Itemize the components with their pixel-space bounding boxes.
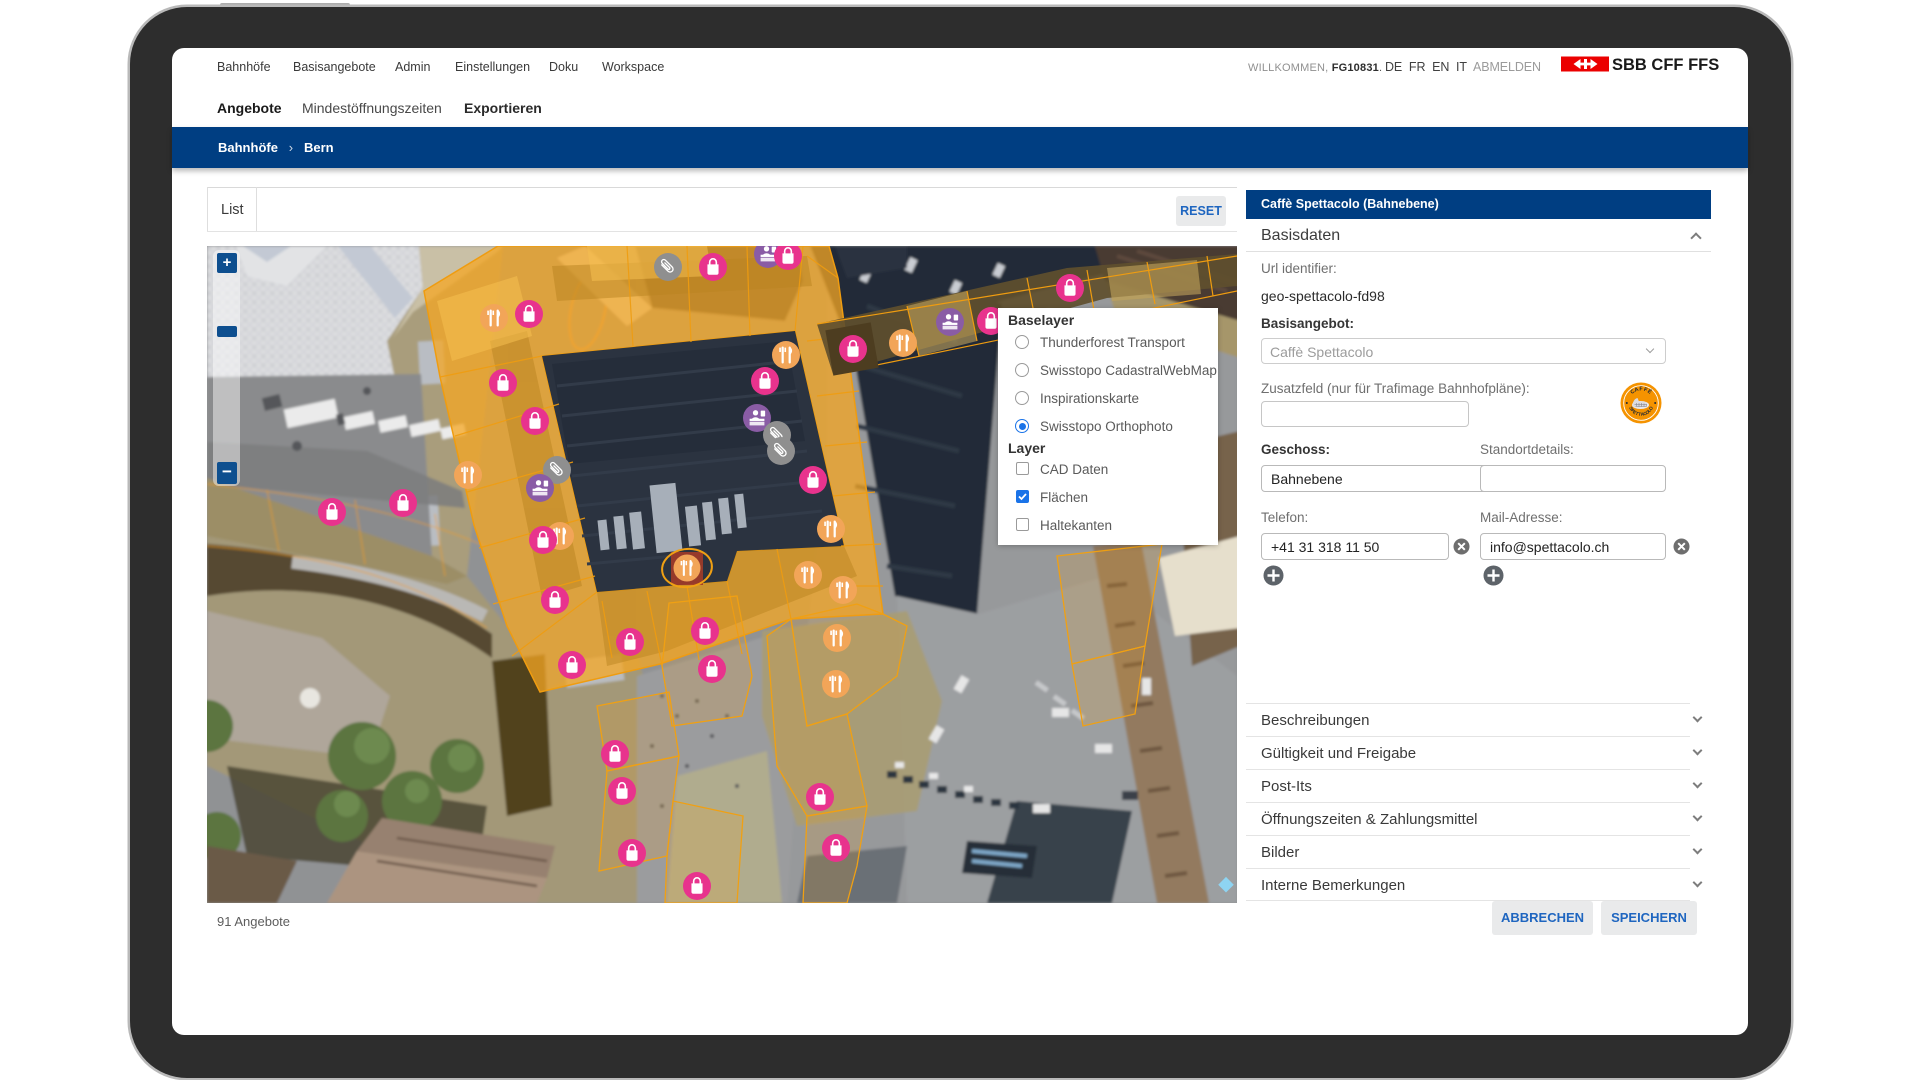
svg-text:SBB CFF FFS: SBB CFF FFS (1612, 56, 1719, 73)
